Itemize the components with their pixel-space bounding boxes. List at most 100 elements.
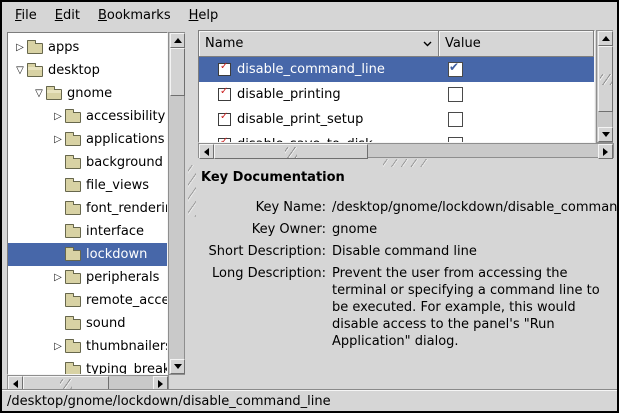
doc-value: gnome bbox=[332, 221, 612, 238]
folder-icon bbox=[65, 227, 81, 238]
key-name-label: disable_printing bbox=[237, 87, 341, 102]
arrow-up-icon bbox=[602, 36, 610, 41]
splitter-grip-icon bbox=[383, 159, 429, 167]
folder-icon bbox=[65, 296, 81, 307]
doc-label: Key Name: bbox=[198, 199, 326, 216]
sort-chevron-icon[interactable] bbox=[423, 41, 432, 47]
folder-icon bbox=[65, 204, 81, 215]
tree-item-desktop[interactable]: ▽desktop bbox=[8, 59, 167, 82]
tree-horizontal-scrollbar[interactable] bbox=[7, 375, 169, 390]
expander-collapsed-icon[interactable]: ▷ bbox=[51, 111, 65, 122]
tree-item-font_rendering[interactable]: font_rendering bbox=[8, 197, 167, 220]
arrow-left-icon bbox=[204, 148, 209, 156]
doc-value: Prevent the user from accessing the term… bbox=[332, 265, 612, 350]
tree-item-background[interactable]: background bbox=[8, 151, 167, 174]
tree-item-label: file_views bbox=[86, 178, 149, 193]
tree-item-label: peripherals bbox=[86, 270, 159, 285]
scrollbar-thumb[interactable] bbox=[170, 48, 185, 96]
doc-row-0: Key Name:/desktop/gnome/lockdown/disable… bbox=[198, 199, 612, 216]
table-body: disable_command_line disable_printingdisa… bbox=[199, 57, 594, 143]
tree-item-remote_access[interactable]: remote_access bbox=[8, 289, 167, 312]
value-checkbox[interactable] bbox=[448, 87, 463, 102]
tree-item-lockdown[interactable]: lockdown bbox=[8, 243, 167, 266]
expander-expanded-icon[interactable]: ▽ bbox=[13, 65, 27, 76]
table-row-disable_command_line[interactable]: disable_command_line bbox=[199, 57, 594, 82]
menu-item-edit[interactable]: Edit bbox=[46, 5, 89, 26]
folder-icon bbox=[65, 342, 81, 353]
folder-icon bbox=[65, 158, 81, 169]
menu-item-file[interactable]: File bbox=[6, 5, 46, 26]
table-row-disable_save_to_disk[interactable]: disable_save_to_disk bbox=[199, 132, 594, 143]
scrollbar-thumb[interactable] bbox=[598, 46, 613, 112]
table-horizontal-scrollbar[interactable] bbox=[198, 143, 614, 158]
key-documentation-panel: Key Name:/desktop/gnome/lockdown/disable… bbox=[198, 199, 612, 355]
folder-icon bbox=[65, 250, 81, 261]
tree-item-gnome[interactable]: ▽gnome bbox=[8, 82, 167, 105]
scroll-down-button[interactable] bbox=[598, 127, 613, 142]
tree-item-interface[interactable]: interface bbox=[8, 220, 167, 243]
menu-item-bookmarks[interactable]: Bookmarks bbox=[89, 5, 180, 26]
column-header-value-label: Value bbox=[445, 36, 481, 51]
value-checkbox[interactable] bbox=[448, 112, 463, 127]
doc-value: Disable command line bbox=[332, 243, 612, 260]
folder-icon bbox=[65, 112, 81, 123]
tree-item-label: background bbox=[86, 155, 163, 170]
tree-item-accessibility[interactable]: ▷ accessibility bbox=[8, 105, 167, 128]
doc-label: Long Description: bbox=[198, 265, 326, 350]
arrow-right-icon bbox=[603, 148, 608, 156]
value-checkbox[interactable] bbox=[448, 62, 463, 77]
folder-icon bbox=[46, 89, 62, 100]
table-row-disable_printing[interactable]: disable_printing bbox=[199, 82, 594, 107]
table-cell-value bbox=[439, 112, 594, 127]
tree-item-typing_break[interactable]: typing_break bbox=[8, 358, 167, 375]
tree-item-thumbnailers[interactable]: ▷ thumbnailers bbox=[8, 335, 167, 358]
folder-icon bbox=[65, 181, 81, 192]
scroll-down-button[interactable] bbox=[170, 359, 185, 374]
expander-collapsed-icon[interactable]: ▷ bbox=[51, 341, 65, 352]
doc-label: Key Owner: bbox=[198, 221, 326, 238]
tree-item-applications[interactable]: ▷ applications bbox=[8, 128, 167, 151]
tree-item-file_views[interactable]: file_views bbox=[8, 174, 167, 197]
tree-item-label: accessibility bbox=[86, 109, 165, 124]
pane-splitter-vertical[interactable] bbox=[187, 32, 197, 376]
config-tree[interactable]: ▷ apps ▽desktop▽gnome ▷ accessibility ▷ applic… bbox=[7, 32, 168, 375]
scrollbar-thumb[interactable] bbox=[214, 144, 368, 159]
thumb-grip-icon bbox=[285, 147, 297, 158]
expander-collapsed-icon[interactable]: ▷ bbox=[51, 134, 65, 145]
folder-icon bbox=[65, 135, 81, 146]
scroll-up-button[interactable] bbox=[170, 33, 185, 48]
tree-item-label: applications bbox=[86, 132, 164, 147]
expander-expanded-icon[interactable]: ▽ bbox=[32, 88, 46, 99]
table-header: Name Value bbox=[199, 31, 594, 57]
scroll-right-button[interactable] bbox=[598, 144, 613, 159]
tree-item-label: sound bbox=[86, 316, 125, 331]
folder-icon bbox=[65, 273, 81, 284]
tree-item-label: lockdown bbox=[86, 247, 147, 262]
tree-item-peripherals[interactable]: ▷ peripherals bbox=[8, 266, 167, 289]
scroll-up-button[interactable] bbox=[598, 31, 613, 46]
expander-collapsed-icon[interactable]: ▷ bbox=[13, 42, 27, 53]
statusbar: /desktop/gnome/lockdown/disable_command_… bbox=[2, 389, 617, 412]
key-table[interactable]: Name Value disable_command_line disable_p… bbox=[198, 30, 595, 143]
tree-item-label: thumbnailers bbox=[86, 339, 168, 354]
expander-collapsed-icon[interactable]: ▷ bbox=[51, 272, 65, 283]
menu-item-help[interactable]: Help bbox=[180, 5, 228, 26]
doc-row-2: Short Description:Disable command line bbox=[198, 243, 612, 260]
folder-icon bbox=[65, 365, 81, 375]
tree-item-label: apps bbox=[48, 40, 79, 55]
key-icon bbox=[218, 63, 231, 76]
tree-vertical-scrollbar[interactable] bbox=[168, 32, 185, 375]
table-cell-value bbox=[439, 87, 594, 102]
table-vertical-scrollbar[interactable] bbox=[596, 30, 613, 143]
folder-icon bbox=[27, 66, 43, 77]
tree-item-apps[interactable]: ▷ apps bbox=[8, 36, 167, 59]
column-header-value[interactable]: Value bbox=[439, 31, 594, 57]
column-header-name-label: Name bbox=[205, 36, 243, 51]
key-icon bbox=[218, 113, 231, 126]
column-header-name[interactable]: Name bbox=[199, 31, 439, 57]
scroll-left-button[interactable] bbox=[199, 144, 214, 159]
tree-item-sound[interactable]: sound bbox=[8, 312, 167, 335]
tree-item-label: typing_break bbox=[86, 362, 168, 375]
table-row-disable_print_setup[interactable]: disable_print_setup bbox=[199, 107, 594, 132]
pane-splitter-horizontal[interactable] bbox=[198, 158, 614, 168]
